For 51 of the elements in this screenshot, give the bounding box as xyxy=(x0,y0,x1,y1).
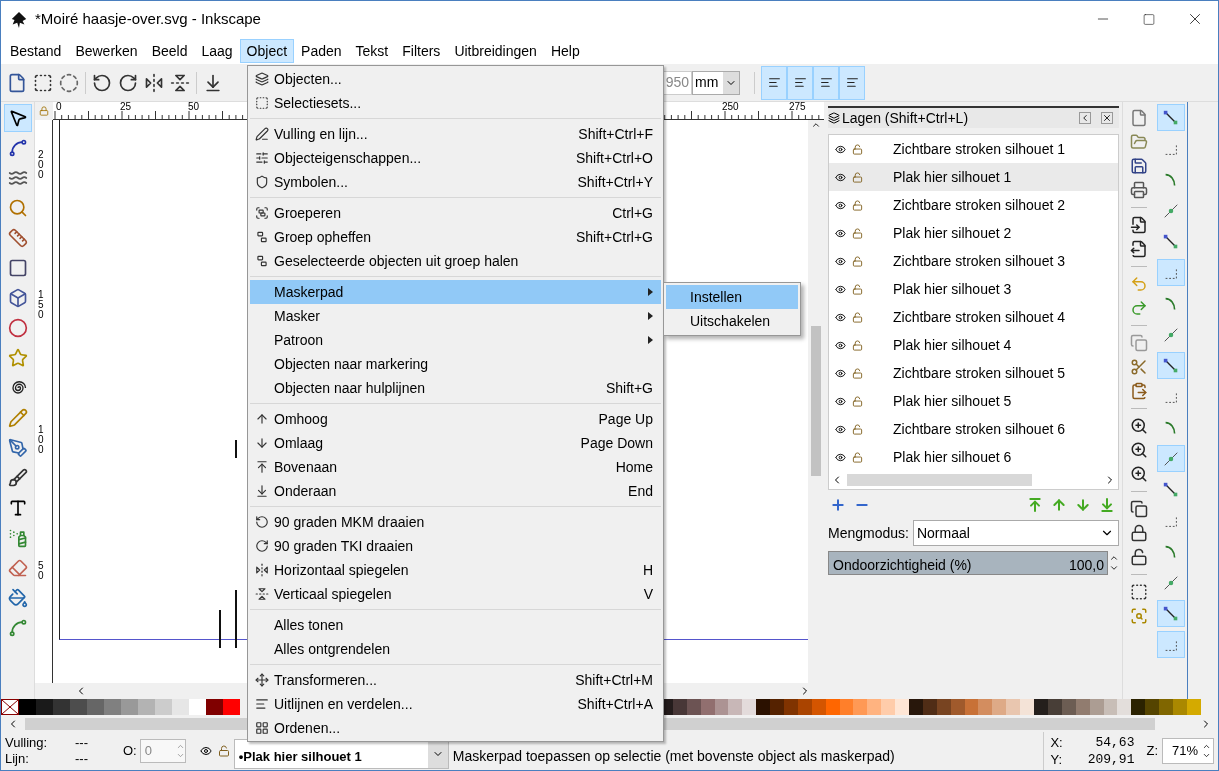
shortcut-text: Page Up xyxy=(598,409,653,429)
layer-name: Plak hier silhouet 1 xyxy=(893,167,1012,187)
ruler-label: 0 xyxy=(56,102,62,112)
shortcut-text: Shift+Ctrl+M xyxy=(575,670,653,690)
layer-name: Zichtbare stroken silhouet 6 xyxy=(893,419,1065,439)
layer-name: Plak hier silhouet 5 xyxy=(893,391,1012,411)
shortcut-text: H xyxy=(642,560,653,580)
layer-name: Zichtbare stroken silhouet 4 xyxy=(893,307,1065,327)
shortcut-text: Home xyxy=(615,457,653,477)
ruler-label: 150 xyxy=(38,290,45,320)
layer-name: Plak hier silhouet 4 xyxy=(893,335,1012,355)
fill-label: Vulling: xyxy=(5,735,49,751)
y-value: 209,91 xyxy=(1086,751,1135,768)
layer-name: Zichtbare stroken silhouet 1 xyxy=(893,139,1065,159)
shortcut-text: V xyxy=(643,584,653,604)
x-label: X: xyxy=(1050,734,1064,751)
layer-name: Zichtbare stroken silhouet 3 xyxy=(893,251,1065,271)
slider-label: Ondoorzichtigheid (%) xyxy=(833,556,972,575)
status-message: Maskerpad toepassen op selectie (met bovenste object als maskerpad) xyxy=(452,746,895,766)
fill-value: --- xyxy=(75,735,89,751)
shortcut-text: Shift+Ctrl+O xyxy=(575,148,653,168)
ruler-label: 100 xyxy=(38,425,45,455)
zoom-label: Z: xyxy=(1146,742,1158,761)
shortcut-text: Shift+Ctrl+F xyxy=(578,124,653,144)
ruler-label: 50 xyxy=(188,102,200,112)
ruler-label: 25 xyxy=(120,102,132,112)
layer-name: Zichtbare stroken silhouet 5 xyxy=(893,363,1065,383)
ruler-label: 200 xyxy=(38,150,45,180)
ruler-label: 50 xyxy=(38,561,45,581)
y-label: Y: xyxy=(1050,751,1063,768)
shortcut-text: Page Down xyxy=(580,433,653,453)
window-title: *Moiré haasje-over.svg - Inkscape xyxy=(35,9,261,30)
layer-name: Zichtbare stroken silhouet 2 xyxy=(893,195,1065,215)
ruler-label: 275 xyxy=(789,102,806,112)
layer-name: Plak hier silhouet 6 xyxy=(893,447,1012,467)
field-label: Mengmodus: xyxy=(828,523,909,543)
panel-title: Lagen (Shift+Ctrl+L) xyxy=(842,108,969,128)
ruler-label: 250 xyxy=(722,102,739,112)
slider-reading: 100,0 xyxy=(1068,556,1104,575)
stroke-label: Lijn: xyxy=(5,751,30,767)
shortcut-text: End xyxy=(628,481,653,501)
x-value: 54,63 xyxy=(1094,734,1135,751)
shortcut-text: Shift+Ctrl+A xyxy=(577,694,653,714)
stroke-value: --- xyxy=(75,751,89,767)
layer-name: Plak hier silhouet 3 xyxy=(893,279,1012,299)
shortcut-text: Ctrl+G xyxy=(612,203,653,223)
shortcut-text: Shift+Ctrl+G xyxy=(575,227,653,247)
shortcut-text: Shift+G xyxy=(605,378,653,398)
shortcut-text: Shift+Ctrl+Y xyxy=(577,172,653,192)
opacity-label: O: xyxy=(123,742,137,761)
layer-name: Plak hier silhouet 2 xyxy=(893,223,1012,243)
